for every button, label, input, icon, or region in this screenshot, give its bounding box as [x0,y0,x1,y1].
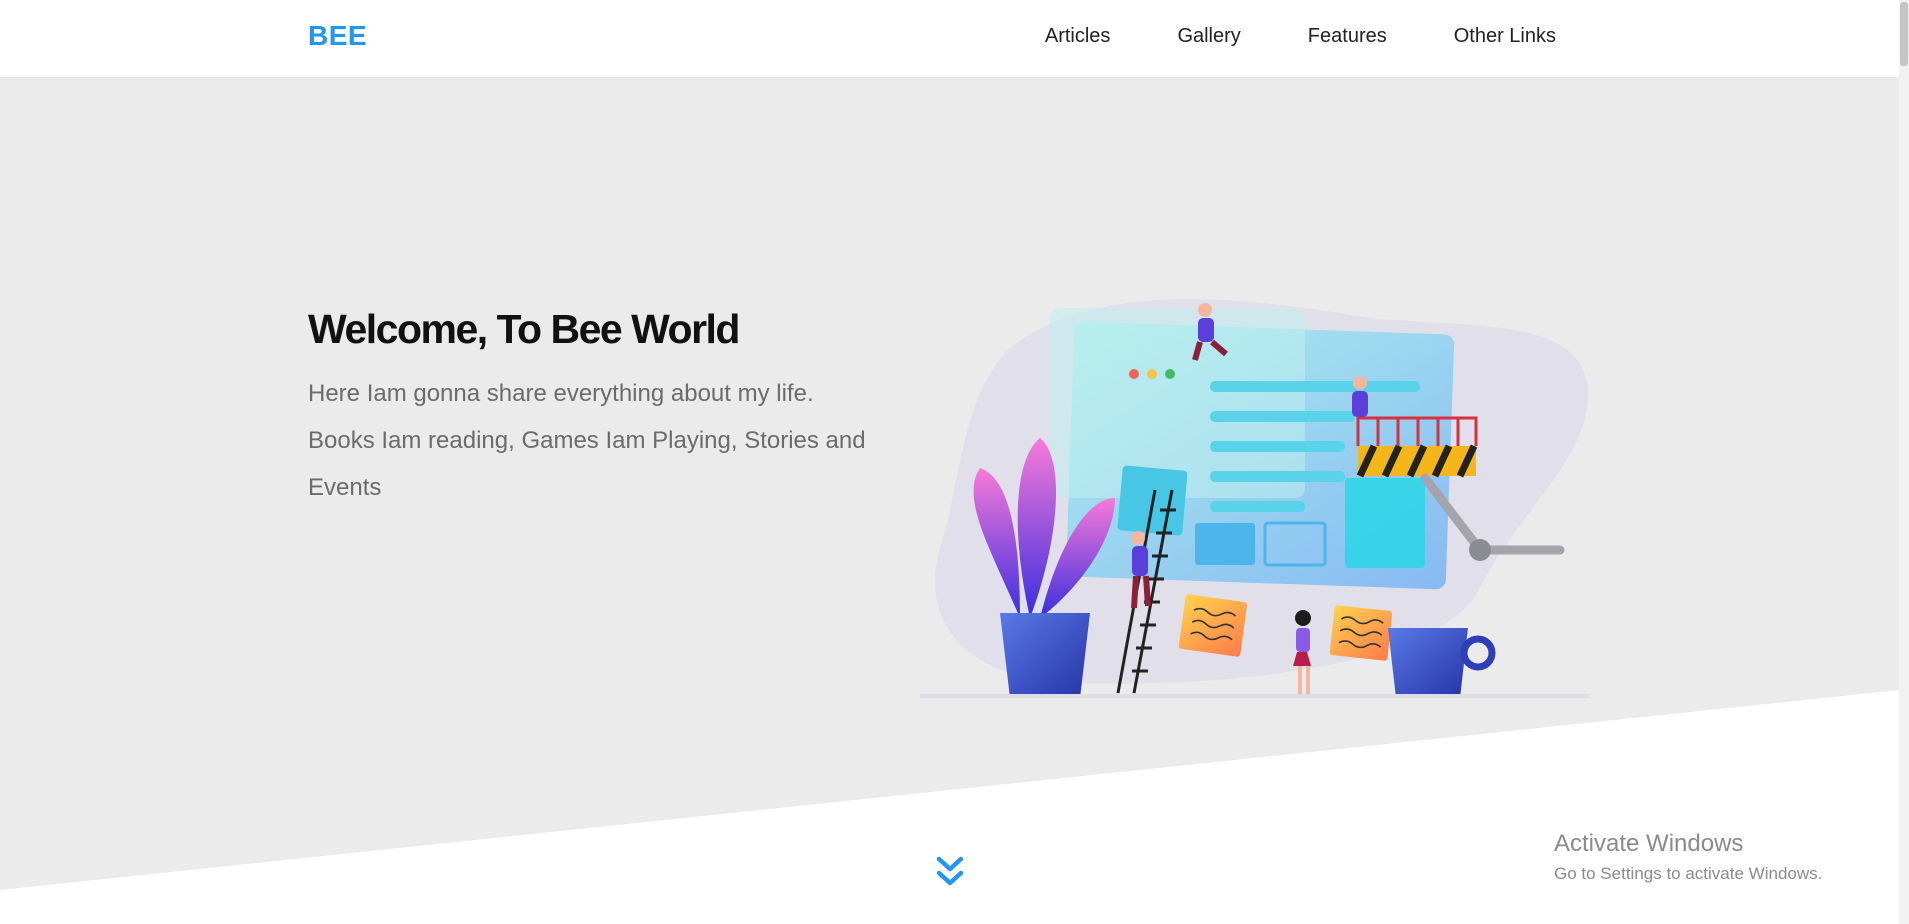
scroll-down-button[interactable] [934,856,966,890]
nav-item-articles[interactable]: Articles [1045,24,1111,48]
hero-desc-line-1: Here Iam gonna share everything about my… [308,380,814,408]
hero-title: Welcome, To Bee World [308,306,740,352]
watermark-title: Activate Windows [1554,830,1744,857]
hero-section: Welcome, To Bee World Here Iam gonna sha… [0,78,1899,890]
watermark-subtitle: Go to Settings to activate Windows. [1554,864,1823,883]
activate-windows-watermark: Activate Windows Go to Settings to activ… [1554,830,1822,884]
double-chevron-down-icon [936,856,964,886]
hero-text: Welcome, To Bee World Here Iam gonna sha… [308,305,888,511]
site-header: BEE Articles Gallery Features Other Link… [0,0,1899,78]
vertical-scrollbar[interactable] [1899,0,1909,924]
hero-illustration [920,288,1590,703]
main-nav: Articles Gallery Features Other Links [1045,24,1556,48]
nav-item-features[interactable]: Features [1308,24,1387,48]
nav-item-gallery[interactable]: Gallery [1177,24,1240,48]
hero-desc-line-2: Books Iam reading, Games Iam Playing, St… [308,427,866,502]
scrollbar-thumb[interactable] [1900,2,1908,66]
logo[interactable]: BEE [308,20,367,52]
hero-description: Here Iam gonna share everything about my… [308,370,888,511]
nav-item-other-links[interactable]: Other Links [1454,24,1556,48]
